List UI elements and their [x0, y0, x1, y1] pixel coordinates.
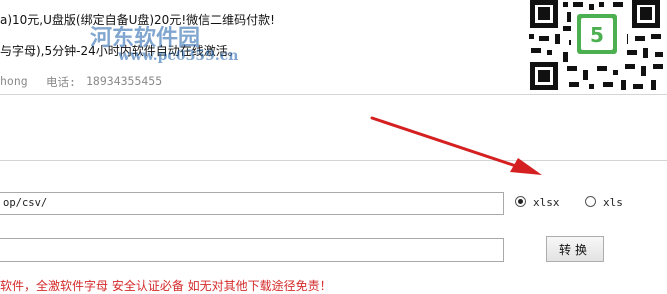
header-divider [0, 94, 667, 95]
qr-code-image: 5 [527, 0, 667, 92]
xlsx-radio[interactable] [515, 196, 526, 207]
form-panel-top-border [0, 160, 667, 161]
svg-text:5: 5 [590, 23, 604, 47]
contact-name: hong [0, 74, 28, 88]
xlsx-label: xlsx [533, 196, 560, 209]
convert-button[interactable]: 转换 [546, 236, 604, 262]
phone-number: 18934355455 [86, 74, 163, 88]
input-path-field[interactable]: op/csv/ [0, 192, 504, 215]
phone-label: 电话: [46, 75, 76, 89]
xls-radio[interactable] [585, 196, 596, 207]
xls-label: xls [603, 196, 623, 209]
output-path-field[interactable] [0, 238, 504, 262]
watermark-url: www.pc0359.cn [118, 48, 239, 64]
